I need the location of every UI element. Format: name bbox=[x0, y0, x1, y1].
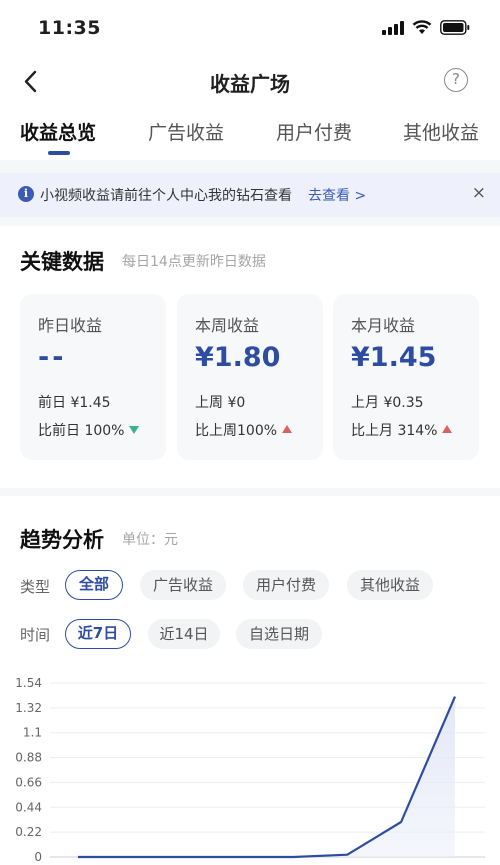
y-tick-label: 0.44 bbox=[15, 800, 42, 814]
info-icon: i bbox=[18, 186, 34, 202]
card-this-week[interactable]: 本周收益 ¥1.80 上周 ¥0 比上周100% bbox=[177, 294, 323, 460]
time-label: 时间 bbox=[20, 626, 51, 644]
trend-unit: 单位：元 bbox=[122, 532, 178, 548]
notice-text: 小视频收益请前往个人中心我的钻石查看 bbox=[40, 188, 292, 204]
time-chip-14d[interactable]: 近14日 bbox=[148, 619, 220, 649]
card-this-month[interactable]: 本月收益 ¥1.45 上月 ¥0.35 比上月 314% bbox=[333, 294, 479, 460]
key-data-title: 关键数据 bbox=[20, 250, 104, 274]
key-data-section: 关键数据 每日14点更新昨日数据 昨日收益 -- 前日 ¥1.45 比前日 10… bbox=[0, 226, 500, 488]
y-tick-label: 0.66 bbox=[15, 775, 42, 789]
battery-icon bbox=[440, 20, 470, 35]
tab-overview[interactable]: 收益总览 bbox=[20, 118, 96, 145]
tab-bar: 收益总览 广告收益 用户付费 其他收益 bbox=[0, 106, 500, 160]
card-prev: 上月 ¥0.35 bbox=[351, 395, 424, 411]
card-value: ¥1.45 bbox=[351, 342, 437, 373]
signal-icon bbox=[382, 20, 404, 35]
card-value: ¥1.80 bbox=[195, 342, 281, 373]
card-yesterday[interactable]: 昨日收益 -- 前日 ¥1.45 比前日 100% bbox=[20, 294, 166, 460]
notice-banner: i 小视频收益请前往个人中心我的钻石查看 去查看 > × bbox=[0, 173, 500, 217]
card-compare: 比上周100% bbox=[195, 420, 293, 440]
tab-other-revenue[interactable]: 其他收益 bbox=[403, 118, 479, 145]
card-label: 昨日收益 bbox=[38, 316, 103, 335]
card-compare-text: 比前日 100% bbox=[38, 423, 125, 439]
card-prev: 上周 ¥0 bbox=[195, 395, 246, 411]
card-prev: 前日 ¥1.45 bbox=[38, 395, 111, 411]
card-compare: 比上月 314% bbox=[351, 420, 453, 440]
y-tick-label: 1.32 bbox=[15, 701, 42, 715]
card-compare-text: 比上月 314% bbox=[351, 423, 438, 439]
type-chip-other[interactable]: 其他收益 bbox=[347, 570, 433, 600]
page-title: 收益广场 bbox=[210, 72, 290, 96]
tab-indicator bbox=[48, 151, 70, 155]
status-icons bbox=[382, 20, 470, 35]
wifi-icon bbox=[412, 20, 432, 34]
type-chip-user[interactable]: 用户付费 bbox=[243, 570, 329, 600]
y-tick-label: 0.22 bbox=[15, 825, 42, 839]
trend-chart: 1.54 1.32 1.1 0.88 0.66 0.44 0.22 0 bbox=[15, 676, 485, 864]
time-chip-custom[interactable]: 自选日期 bbox=[236, 619, 322, 649]
card-compare-text: 比上周100% bbox=[195, 423, 278, 439]
nav-bar: 收益广场 ? bbox=[0, 58, 500, 106]
arrow-up-icon bbox=[442, 425, 453, 433]
status-time: 11:35 bbox=[38, 17, 101, 39]
y-tick-label: 0 bbox=[34, 850, 42, 864]
card-compare: 比前日 100% bbox=[38, 420, 140, 440]
card-label: 本周收益 bbox=[195, 316, 260, 335]
trend-section: 趋势分析 单位：元 类型 全部 广告收益 用户付费 其他收益 时间 近7日 近1… bbox=[0, 496, 500, 865]
notice-link[interactable]: 去查看 > bbox=[308, 185, 366, 205]
arrow-up-icon bbox=[282, 425, 293, 433]
chart-area bbox=[78, 696, 455, 857]
help-icon[interactable]: ? bbox=[444, 68, 468, 92]
trend-title: 趋势分析 bbox=[20, 528, 104, 552]
arrow-down-icon bbox=[129, 426, 140, 434]
tab-user-payment[interactable]: 用户付费 bbox=[276, 118, 352, 145]
time-chip-7d[interactable]: 近7日 bbox=[65, 619, 131, 649]
card-value: -- bbox=[38, 342, 67, 373]
type-chip-ad[interactable]: 广告收益 bbox=[140, 570, 226, 600]
y-tick-label: 0.88 bbox=[15, 751, 42, 765]
y-tick-label: 1.1 bbox=[23, 726, 42, 740]
card-label: 本月收益 bbox=[351, 316, 416, 335]
type-label: 类型 bbox=[20, 578, 51, 596]
y-tick-label: 1.54 bbox=[15, 676, 42, 690]
tab-ad-revenue[interactable]: 广告收益 bbox=[148, 118, 224, 145]
status-bar: 11:35 bbox=[0, 0, 500, 58]
type-chip-all[interactable]: 全部 bbox=[65, 570, 123, 600]
close-icon[interactable]: × bbox=[472, 183, 486, 203]
key-data-subtitle: 每日14点更新昨日数据 bbox=[122, 254, 266, 270]
